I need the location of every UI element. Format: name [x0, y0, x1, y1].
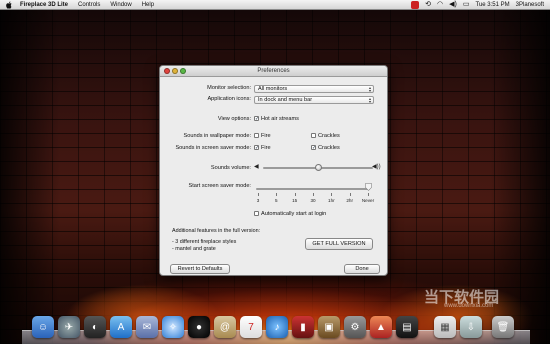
checkmark-icon: ✓: [255, 116, 260, 122]
battery-icon[interactable]: ▭: [463, 0, 470, 10]
sounds-screensaver-label: Sounds in screen saver mode:: [175, 145, 251, 151]
mail-icon[interactable]: ✉: [136, 316, 158, 338]
monitor-selection-value: All monitors: [258, 86, 288, 92]
wifi-icon[interactable]: ◠: [437, 0, 443, 10]
downloads-stack-icon[interactable]: ⇩: [460, 316, 482, 338]
trash-icon[interactable]: 🗑: [492, 316, 514, 338]
full-version-feature: - 3 different fireplace styles: [172, 239, 237, 245]
screensaver-slider-knob[interactable]: [365, 183, 372, 191]
screensaver-crackles-label: Crackles: [318, 145, 340, 151]
menu-controls[interactable]: Controls: [73, 0, 105, 10]
window-title: Preferences: [257, 68, 290, 74]
system-preferences-icon[interactable]: ⚙: [344, 316, 366, 338]
sounds-volume-label: Sounds volume:: [210, 165, 251, 171]
auto-start-checkbox[interactable]: [254, 211, 259, 216]
preferences-window: Preferences Monitor selection: All monit…: [159, 65, 388, 276]
volume-slider-knob[interactable]: [314, 164, 322, 171]
fireplace-status-icon[interactable]: [411, 0, 420, 9]
screensaver-tick: [276, 193, 277, 196]
screensaver-tick: [331, 193, 332, 196]
launchpad-icon[interactable]: ✈: [58, 316, 80, 338]
sounds-wallpaper-label: Sounds in wallpaper mode:: [183, 133, 251, 139]
apple-menu-icon[interactable]: [6, 1, 13, 9]
popup-arrows-icon: ▴ ▾: [368, 85, 371, 93]
screensaver-tick: [349, 193, 351, 196]
checkmark-icon: ✓: [312, 145, 317, 151]
screensaver-tick-label: 3: [256, 198, 260, 203]
screensaver-tick: [368, 193, 369, 196]
hot-air-checkbox[interactable]: ✓: [254, 116, 260, 122]
photo-booth-icon[interactable]: ▮: [292, 316, 314, 338]
fireplace-app-icon[interactable]: ▲: [370, 316, 392, 338]
popup-arrows-icon: ▴ ▾: [368, 96, 371, 104]
start-screensaver-label: Start screen saver mode:: [188, 183, 252, 189]
screensaver-slider-track[interactable]: [256, 188, 370, 190]
wallpaper-fire-checkbox[interactable]: [254, 133, 259, 138]
terminal-icon[interactable]: ▤: [396, 316, 418, 338]
screensaver-tick-label: 1hr: [328, 198, 335, 203]
itunes-icon[interactable]: ♪: [266, 316, 288, 338]
done-button[interactable]: Done: [344, 264, 380, 274]
dock: ☺ ✈ ◐ A ✉ ✧ ● @ 7 ♪ ▮ ▣ ⚙ ▲ ▤ ▦ ⇩ 🗑: [22, 304, 530, 344]
volume-low-icon: ◀: [254, 164, 259, 170]
screensaver-tick: [294, 193, 296, 196]
screensaver-tick-label: 2hr: [346, 198, 353, 203]
screensaver-tick: [258, 193, 259, 196]
facetime-icon[interactable]: ●: [188, 316, 210, 338]
wallpaper-crackles-checkbox[interactable]: [311, 133, 316, 138]
menu-help[interactable]: Help: [137, 0, 159, 10]
auto-start-label: Automatically start at login: [261, 211, 327, 217]
menu-bar: Fireplace 3D Lite Controls Window Help ⟲…: [0, 0, 550, 10]
full-version-feature: - mantel and grate: [172, 246, 216, 252]
monitor-selection-popup[interactable]: All monitors ▴ ▾: [254, 85, 374, 93]
revert-to-defaults-button[interactable]: Revert to Defaults: [170, 264, 230, 274]
menu-user[interactable]: 3Planesoft: [516, 0, 544, 10]
screensaver-tick-label: 15: [292, 198, 298, 203]
wallpaper-fire-label: Fire: [261, 133, 271, 139]
iphoto-icon[interactable]: ▣: [318, 316, 340, 338]
window-titlebar[interactable]: Preferences: [160, 66, 387, 77]
wallpaper-crackles-label: Crackles: [318, 133, 340, 139]
menu-window[interactable]: Window: [105, 0, 136, 10]
application-icons-value: In dock and menu bar: [258, 97, 313, 103]
screensaver-crackles-checkbox[interactable]: ✓: [311, 145, 317, 151]
hot-air-label: Hot air streams: [261, 116, 299, 122]
contacts-icon[interactable]: @: [214, 316, 236, 338]
menu-clock[interactable]: Tue 3:51 PM: [476, 0, 510, 10]
full-version-heading: Additional features in the full version:: [172, 228, 261, 234]
screensaver-tick-label: Never: [361, 198, 375, 203]
wallpaper-shade-left: [0, 10, 60, 344]
calendar-icon[interactable]: 7: [240, 316, 262, 338]
finder-icon[interactable]: ☺: [32, 316, 54, 338]
documents-stack-icon[interactable]: ▦: [434, 316, 456, 338]
menu-extras: ⟲ ◠ ◀) ▭ Tue 3:51 PM 3Planesoft: [411, 0, 550, 10]
screensaver-tick-label: 5: [275, 198, 278, 203]
dashboard-icon[interactable]: ◐: [84, 316, 106, 338]
application-icons-popup[interactable]: In dock and menu bar ▴ ▾: [254, 96, 374, 104]
screensaver-fire-label: Fire: [261, 145, 271, 151]
screensaver-fire-checkbox[interactable]: ✓: [254, 145, 260, 151]
screensaver-tick: [313, 193, 314, 196]
menu-app-name[interactable]: Fireplace 3D Lite: [15, 0, 73, 10]
app-store-icon[interactable]: A: [110, 316, 132, 338]
application-icons-label: Application icons:: [207, 96, 251, 102]
volume-high-icon: ◀)): [372, 164, 381, 170]
get-full-version-button[interactable]: GET FULL VERSION: [305, 238, 373, 250]
screensaver-tick-label: 30: [310, 198, 316, 203]
monitor-selection-label: Monitor selection:: [207, 85, 251, 91]
checkmark-icon: ✓: [255, 145, 260, 151]
view-options-label: View options:: [217, 116, 251, 122]
time-machine-icon[interactable]: ⟲: [425, 0, 431, 10]
safari-icon[interactable]: ✧: [162, 316, 184, 338]
volume-icon[interactable]: ◀): [449, 0, 457, 10]
